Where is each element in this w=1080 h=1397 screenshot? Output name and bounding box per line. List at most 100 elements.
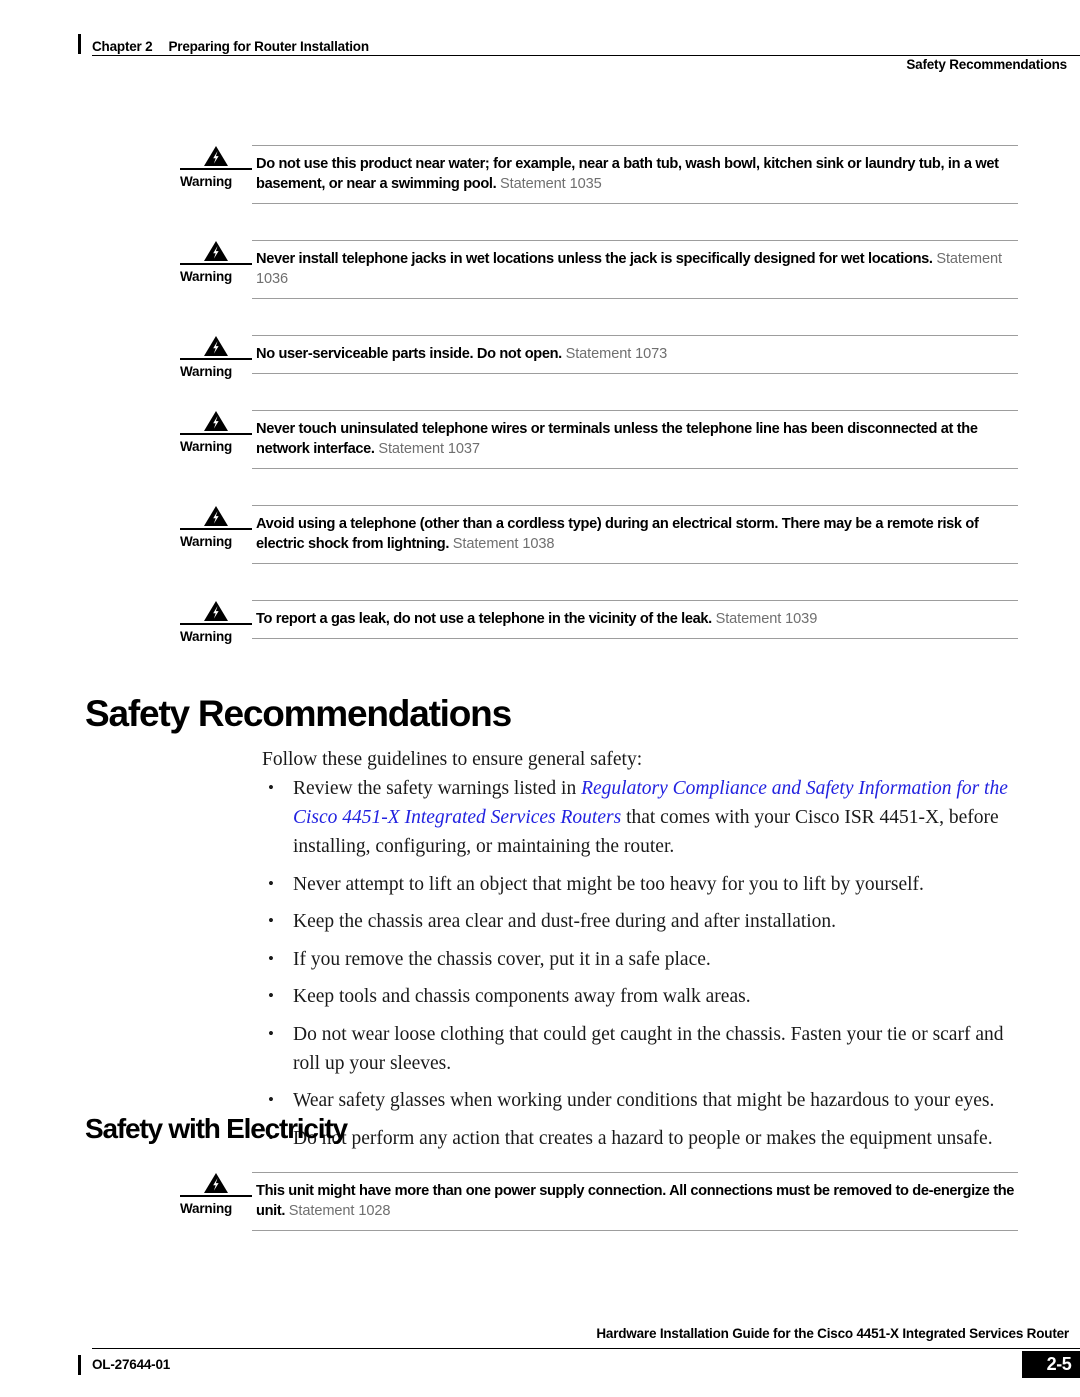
warning-2: Warning Never install telephone jacks in … xyxy=(180,240,1018,299)
warning-text: Never touch uninsulated telephone wires … xyxy=(252,411,1018,468)
bullet-text: Wear safety glasses when working under c… xyxy=(293,1090,995,1111)
warning-text-column: Never install telephone jacks in wet loc… xyxy=(252,240,1018,299)
breadcrumb: Chapter 2 Preparing for Router Installati… xyxy=(78,32,1018,54)
footer-title-row: Hardware Installation Guide for the Cisc… xyxy=(92,1326,1080,1341)
warning-rule-bottom xyxy=(252,638,1018,639)
warning-block: Warning Never install telephone jacks in … xyxy=(180,240,1018,299)
page-number-badge: 2-5 xyxy=(1022,1351,1080,1378)
intro-paragraph: Follow these guidelines to ensure genera… xyxy=(262,749,643,770)
bullet-text: Do not perform any action that creates a… xyxy=(293,1127,993,1149)
list-item: Never attempt to lift an object that mig… xyxy=(262,869,1022,899)
warning-rule-bottom xyxy=(252,203,1018,204)
list-item: If you remove the chassis cover, put it … xyxy=(262,944,1022,974)
bullet-text: Keep tools and chassis components away f… xyxy=(293,986,751,1007)
warning-statement-number: Statement 1039 xyxy=(715,611,818,627)
warning-block: Warning No user-serviceable parts inside.… xyxy=(180,335,1018,379)
warning-statement-number: Statement 1073 xyxy=(565,346,668,362)
footer-bottom-row: OL-27644-01 2-5 xyxy=(78,1351,1080,1378)
warning-lightning-triangle-icon xyxy=(204,1173,228,1193)
warning-text-column: This unit might have more than one power… xyxy=(252,1172,1018,1231)
warning-text: No user-serviceable parts inside. Do not… xyxy=(252,336,1018,373)
bullet-text: If you remove the chassis cover, put it … xyxy=(293,948,711,970)
footer-document-id: OL-27644-01 xyxy=(92,1357,171,1372)
bullet-text: Never attempt to lift an object that mig… xyxy=(293,873,924,895)
warning-rule-bottom xyxy=(252,563,1018,564)
warning-message: Never install telephone jacks in wet loc… xyxy=(256,251,937,267)
warning-5: Warning Avoid using a telephone (other th… xyxy=(180,505,1018,564)
warning-rule-bottom xyxy=(252,1230,1018,1231)
warning-label: Warning xyxy=(180,629,233,644)
warning-6: Warning To report a gas leak, do not use … xyxy=(180,600,1018,644)
warning-message: To report a gas leak, do not use a telep… xyxy=(256,611,716,627)
warning-icon-column: Warning xyxy=(180,1172,252,1216)
warning-statement-number: Statement 1035 xyxy=(500,176,602,192)
safety-recommendations-body: Follow these guidelines to ensure genera… xyxy=(262,745,1022,1161)
list-item: Wear safety glasses when working under c… xyxy=(262,1085,1022,1115)
warning-1: Warning Do not use this product near wate… xyxy=(180,145,1018,204)
warning-text: Avoid using a telephone (other than a co… xyxy=(252,506,1018,563)
warning-icon-column: Warning xyxy=(180,240,252,284)
footer-tick-mark xyxy=(78,1354,81,1375)
page-header: Chapter 2 Preparing for Router Installati… xyxy=(78,32,1080,72)
warning-statement-number: Statement 1038 xyxy=(452,536,555,552)
warning-label: Warning xyxy=(180,364,233,379)
header-section-row: Safety Recommendations xyxy=(92,57,1080,72)
breadcrumb-chapter: Chapter 2 Preparing for Router Installati… xyxy=(92,39,369,54)
warning-text: This unit might have more than one power… xyxy=(252,1173,1018,1230)
warning-label: Warning xyxy=(180,174,233,189)
warning-block: Warning Avoid using a telephone (other th… xyxy=(180,505,1018,564)
warning-block: Warning This unit might have more than on… xyxy=(180,1172,1018,1231)
warning-text: To report a gas leak, do not use a telep… xyxy=(252,601,1018,638)
warning-lightning-triangle-icon xyxy=(204,336,228,356)
page-title: Safety Recommendations xyxy=(85,693,512,734)
warning-3: Warning No user-serviceable parts inside.… xyxy=(180,335,1018,379)
warning-text: Do not use this product near water; for … xyxy=(252,146,1018,203)
warning-statement-number: Statement 1037 xyxy=(378,441,480,457)
chapter-title: Preparing for Router Installation xyxy=(168,39,369,54)
list-item: Keep the chassis area clear and dust-fre… xyxy=(262,906,1022,936)
warning-block: Warning Do not use this product near wate… xyxy=(180,145,1018,204)
warning-block: Warning To report a gas leak, do not use … xyxy=(180,600,1018,644)
list-item: Do not wear loose clothing that could ge… xyxy=(262,1019,1022,1078)
header-divider xyxy=(92,55,1080,56)
section-title-safety-with-electricity: Safety with Electricity xyxy=(85,1113,348,1144)
bullet-text: Review the safety warnings listed in xyxy=(293,778,582,799)
warning-label: Warning xyxy=(180,534,233,549)
footer-guide-title: Hardware Installation Guide for the Cisc… xyxy=(596,1326,1069,1341)
warning-message: Never touch uninsulated telephone wires … xyxy=(256,421,978,457)
warning-block: Warning Never touch uninsulated telephone… xyxy=(180,410,1018,469)
warning-lightning-triangle-icon xyxy=(204,601,228,621)
header-section-title: Safety Recommendations xyxy=(906,57,1067,72)
warning-message: No user-serviceable parts inside. Do not… xyxy=(256,346,566,362)
warning-text-column: No user-serviceable parts inside. Do not… xyxy=(252,335,1018,374)
warning-statement-number: Statement 1028 xyxy=(288,1203,391,1219)
warning-icon-column: Warning xyxy=(180,505,252,549)
list-item: Review the safety warnings listed in Reg… xyxy=(262,773,1022,861)
warning-rule-bottom xyxy=(252,373,1018,374)
warning-label: Warning xyxy=(180,1201,233,1216)
footer-divider xyxy=(92,1348,1080,1349)
warning-rule-bottom xyxy=(252,468,1018,469)
warning-text-column: Never touch uninsulated telephone wires … xyxy=(252,410,1018,469)
warning-icon-column: Warning xyxy=(180,145,252,189)
warning-text-column: To report a gas leak, do not use a telep… xyxy=(252,600,1018,639)
chapter-number: Chapter 2 xyxy=(92,39,153,54)
warning-text-column: Do not use this product near water; for … xyxy=(252,145,1018,204)
warning-lightning-triangle-icon xyxy=(204,241,228,261)
safety-guidelines-list: Review the safety warnings listed in Reg… xyxy=(262,773,1022,1153)
list-item: Keep tools and chassis components away f… xyxy=(262,981,1022,1011)
warning-message: Avoid using a telephone (other than a co… xyxy=(256,516,979,552)
warning-icon-column: Warning xyxy=(180,335,252,379)
warning-icon-column: Warning xyxy=(180,410,252,454)
warning-rule-bottom xyxy=(252,298,1018,299)
warning-lightning-triangle-icon xyxy=(204,506,228,526)
warning-icon-column: Warning xyxy=(180,600,252,644)
warning-4: Warning Never touch uninsulated telephone… xyxy=(180,410,1018,469)
header-tick-mark xyxy=(78,34,81,54)
bullet-text: Keep the chassis area clear and dust-fre… xyxy=(293,911,837,932)
list-item: Do not perform any action that creates a… xyxy=(262,1123,1022,1153)
warning-message: Do not use this product near water; for … xyxy=(256,156,999,192)
warning-text: Never install telephone jacks in wet loc… xyxy=(252,241,1018,298)
warning-label: Warning xyxy=(180,439,233,454)
warning-label: Warning xyxy=(180,269,233,284)
